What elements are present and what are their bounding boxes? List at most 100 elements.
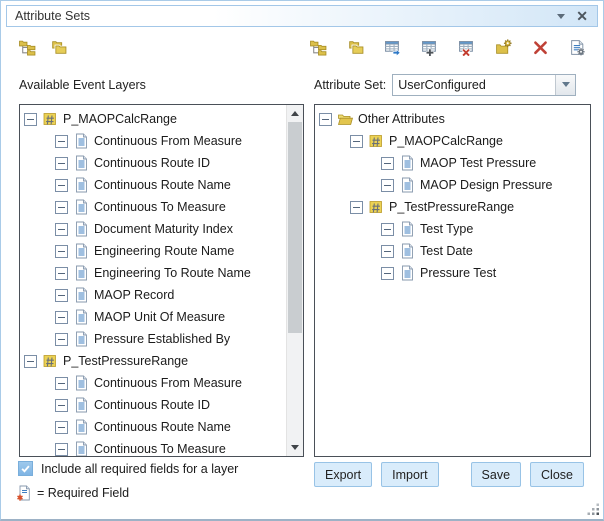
minus-icon [58,405,65,406]
icon-field [73,133,89,149]
tree-view-button[interactable] [306,35,330,59]
collapse-toggle[interactable] [24,355,37,368]
collapse-toggle[interactable] [55,377,68,390]
icon-field [73,265,89,281]
triangle-down-icon [291,445,299,450]
configure-report-button[interactable] [565,35,589,59]
minus-icon [27,361,34,362]
collapse-toggle[interactable] [55,311,68,324]
collapse-toggle[interactable] [381,245,394,258]
tree-item[interactable]: P_TestPressureRange [315,196,590,218]
titlebar[interactable]: Attribute Sets ✕ [6,5,598,27]
tree-item[interactable]: Continuous To Measure [20,196,287,218]
tree-item[interactable]: Continuous From Measure [20,130,287,152]
icon-field [399,265,415,281]
export-button[interactable]: Export [314,462,372,487]
tree-item-label: Continuous To Measure [94,442,226,456]
save-close-group: Save Close [471,462,584,487]
minus-icon [58,185,65,186]
table-remove-button[interactable] [454,35,478,59]
attribute-set-tree: Other Attributes P_MAOPCalcRange MAOP Test… [315,108,590,284]
collapse-toggle[interactable] [55,289,68,302]
tree-item[interactable]: Other Attributes [315,108,590,130]
tree-item[interactable]: Continuous Route ID [20,394,287,416]
tree-item[interactable]: MAOP Unit Of Measure [20,306,287,328]
vertical-scrollbar[interactable] [286,105,303,456]
collapse-toggle[interactable] [350,201,363,214]
icon-field [73,287,89,303]
collapse-toggle[interactable] [55,443,68,456]
tree-item[interactable]: MAOP Design Pressure [315,174,590,196]
tree-item[interactable]: Continuous Route Name [20,416,287,438]
tree-item-label: P_MAOPCalcRange [389,134,503,148]
icon-table-delete [458,39,475,56]
new-attribute-set-button[interactable] [491,35,515,59]
tree-item[interactable]: Engineering To Route Name [20,262,287,284]
include-required-fields-checkbox[interactable] [18,461,33,476]
tree-item[interactable]: Continuous Route Name [20,174,287,196]
triangle-up-icon [291,111,299,116]
combobox-dropdown-button[interactable] [555,75,575,95]
collapse-toggle[interactable] [55,245,68,258]
tree-item-label: Other Attributes [358,112,445,126]
icon-folders [50,39,67,56]
scroll-down-button[interactable] [287,440,303,455]
table-add-button[interactable] [417,35,441,59]
save-button[interactable]: Save [471,462,522,487]
collapse-toggle[interactable] [381,267,394,280]
resize-grip[interactable] [587,503,600,516]
tree-item[interactable]: Continuous To Measure [20,438,287,457]
tree-item[interactable]: P_TestPressureRange [20,350,287,372]
scroll-up-button[interactable] [287,106,303,121]
collapse-toggle[interactable] [55,267,68,280]
tree-item-label: MAOP Design Pressure [420,178,552,192]
collapse-toggle[interactable] [55,421,68,434]
tree-item[interactable]: MAOP Test Pressure [315,152,590,174]
collapse-toggle[interactable] [55,135,68,148]
tree-item-label: Test Date [420,244,473,258]
collapse-toggle[interactable] [55,179,68,192]
minus-icon [58,383,65,384]
available-event-layers-tree-panel: P_MAOPCalcRangeContinuous From MeasureCo… [19,104,304,457]
tree-item[interactable]: Test Type [315,218,590,240]
tree-item[interactable]: Continuous Route ID [20,152,287,174]
tree-view-button[interactable] [15,35,39,59]
collapse-toggle[interactable] [381,179,394,192]
collapse-toggle[interactable] [381,223,394,236]
collapse-toggle[interactable] [55,201,68,214]
delete-button[interactable] [528,35,552,59]
collapse-toggle[interactable] [55,399,68,412]
collapse-toggle[interactable] [381,157,394,170]
tree-item[interactable]: MAOP Record [20,284,287,306]
collapse-toggle[interactable] [55,157,68,170]
minus-icon [58,163,65,164]
tree-item[interactable]: Pressure Test [315,262,590,284]
tree-item[interactable]: P_MAOPCalcRange [20,108,287,130]
scrollbar-thumb[interactable] [288,122,302,333]
attribute-set-combobox[interactable]: UserConfigured [392,74,576,96]
tree-item[interactable]: Pressure Established By [20,328,287,350]
table-export-button[interactable] [380,35,404,59]
tree-item[interactable]: Document Maturity Index [20,218,287,240]
close-button[interactable]: Close [530,462,584,487]
import-button[interactable]: Import [381,462,438,487]
collapse-toggle[interactable] [55,223,68,236]
titlebar-controls: ✕ [557,9,597,23]
tree-item[interactable]: Engineering Route Name [20,240,287,262]
titlebar-caret-icon[interactable] [557,14,565,19]
tree-item[interactable]: Test Date [315,240,590,262]
collapse-toggle[interactable] [55,333,68,346]
tree-item[interactable]: P_MAOPCalcRange [315,130,590,152]
minus-icon [322,119,329,120]
available-event-layers-label: Available Event Layers [19,78,146,92]
tree-item[interactable]: Continuous From Measure [20,372,287,394]
folders-button[interactable] [343,35,367,59]
folders-button[interactable] [46,35,70,59]
close-icon[interactable]: ✕ [576,9,588,23]
collapse-toggle[interactable] [350,135,363,148]
tree-item-label: Continuous Route Name [94,178,231,192]
minus-icon [384,251,391,252]
collapse-toggle[interactable] [319,113,332,126]
collapse-toggle[interactable] [24,113,37,126]
chevron-down-icon [562,82,570,87]
